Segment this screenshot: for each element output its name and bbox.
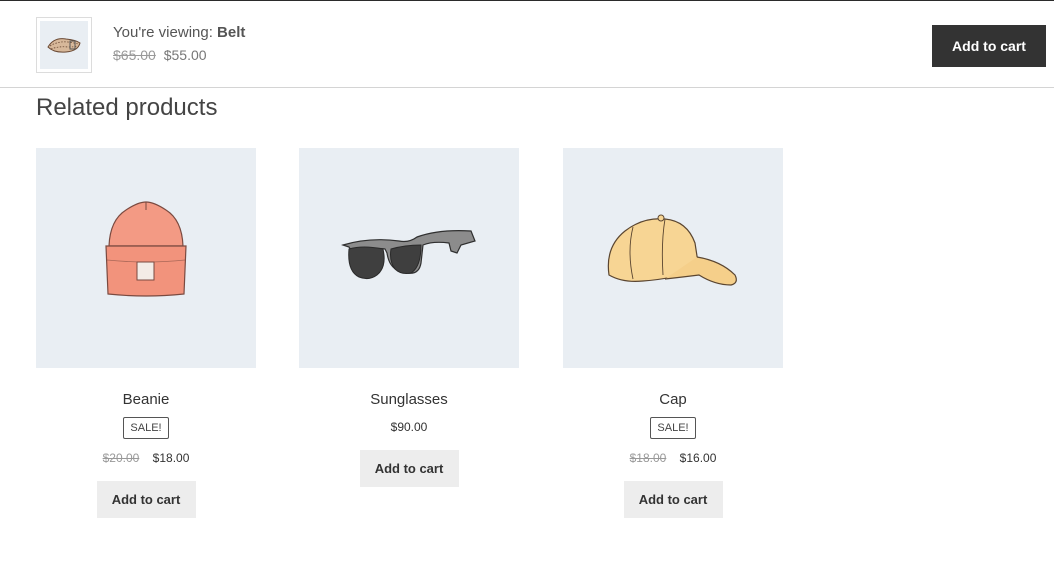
sale-badge-beanie: SALE! [123,417,169,439]
old-price-beanie: $20.00 [102,451,140,465]
sunglasses-icon [341,230,476,280]
product-image-beanie[interactable] [36,148,256,368]
price-beanie: $20.00 $18.00 [36,451,256,465]
belt-icon [47,38,81,53]
price-cap: $18.00 $16.00 [563,451,783,465]
product-name-sunglasses[interactable]: Sunglasses [299,391,519,408]
price-sunglasses: $90.00 [299,420,519,434]
add-to-cart-button-beanie[interactable]: Add to cart [96,481,196,518]
sticky-current-price: $55.00 [163,47,207,63]
old-price-cap: $18.00 [629,451,667,465]
sale-badge-cap: SALE! [650,417,696,439]
product-name-cap[interactable]: Cap [563,391,783,408]
product-card-beanie: Beanie SALE! $20.00 $18.00 Add to cart [36,148,256,518]
sticky-add-to-cart-button[interactable]: Add to cart [932,25,1046,67]
viewing-product-name: Belt [217,24,246,41]
viewing-prefix: You're viewing: [113,24,213,41]
viewing-label: You're viewing: Belt [113,24,245,41]
add-to-cart-button-cap[interactable]: Add to cart [623,481,723,518]
product-image-sunglasses[interactable] [299,148,519,368]
sticky-product-info: You're viewing: Belt $65.00 $55.00 [113,24,245,63]
beanie-icon [105,201,187,297]
current-price-cap: $16.00 [679,451,717,465]
sticky-product-thumbnail[interactable] [36,17,92,73]
current-price-beanie: $18.00 [152,451,190,465]
current-price-sunglasses: $90.00 [390,420,428,434]
product-card-cap: Cap SALE! $18.00 $16.00 Add to cart [563,148,783,518]
add-to-cart-button-sunglasses[interactable]: Add to cart [359,450,459,487]
related-products-title: Related products [36,94,218,121]
cap-icon [607,214,737,286]
product-name-beanie[interactable]: Beanie [36,391,256,408]
sticky-price: $65.00 $55.00 [113,47,245,63]
product-card-sunglasses: Sunglasses $90.00 Add to cart [299,148,519,487]
sticky-add-to-cart-bar: You're viewing: Belt $65.00 $55.00 Add t… [0,0,1054,88]
sticky-old-price: $65.00 [113,47,156,63]
product-image-cap[interactable] [563,148,783,368]
